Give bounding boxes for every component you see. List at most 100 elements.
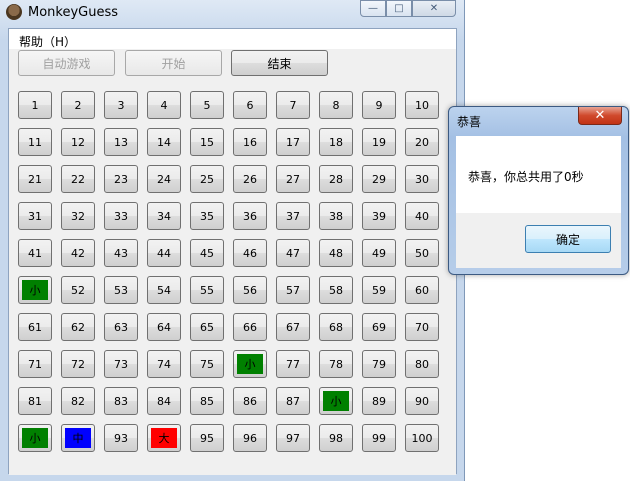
grid-cell-button[interactable]: 小 bbox=[18, 276, 52, 304]
grid-cell-button[interactable]: 65 bbox=[190, 313, 224, 341]
grid-cell-button[interactable]: 52 bbox=[61, 276, 95, 304]
grid-cell-button[interactable]: 97 bbox=[276, 424, 310, 452]
grid-cell-button[interactable]: 8 bbox=[319, 91, 353, 119]
grid-cell-button[interactable]: 42 bbox=[61, 239, 95, 267]
grid-cell-button[interactable]: 27 bbox=[276, 165, 310, 193]
grid-cell-button[interactable]: 77 bbox=[276, 350, 310, 378]
grid-cell-button[interactable]: 中 bbox=[61, 424, 95, 452]
grid-cell-button[interactable]: 63 bbox=[104, 313, 138, 341]
menu-help[interactable]: 帮助（H） bbox=[19, 33, 76, 50]
grid-cell-button[interactable]: 4 bbox=[147, 91, 181, 119]
grid-cell-button[interactable]: 45 bbox=[190, 239, 224, 267]
grid-cell-button[interactable]: 41 bbox=[18, 239, 52, 267]
grid-cell-button[interactable]: 5 bbox=[190, 91, 224, 119]
grid-cell-button[interactable]: 44 bbox=[147, 239, 181, 267]
grid-cell-button[interactable]: 68 bbox=[319, 313, 353, 341]
grid-cell-button[interactable]: 82 bbox=[61, 387, 95, 415]
grid-cell-button[interactable]: 61 bbox=[18, 313, 52, 341]
grid-cell-button[interactable]: 3 bbox=[104, 91, 138, 119]
grid-cell-button[interactable]: 11 bbox=[18, 128, 52, 156]
grid-cell-button[interactable]: 15 bbox=[190, 128, 224, 156]
grid-cell-button[interactable]: 39 bbox=[362, 202, 396, 230]
grid-cell-button[interactable]: 12 bbox=[61, 128, 95, 156]
grid-cell-button[interactable]: 1 bbox=[18, 91, 52, 119]
grid-cell-button[interactable]: 70 bbox=[405, 313, 439, 341]
grid-cell-button[interactable]: 25 bbox=[190, 165, 224, 193]
grid-cell-button[interactable]: 40 bbox=[405, 202, 439, 230]
grid-cell-button[interactable]: 58 bbox=[319, 276, 353, 304]
grid-cell-button[interactable]: 74 bbox=[147, 350, 181, 378]
grid-cell-button[interactable]: 16 bbox=[233, 128, 267, 156]
grid-cell-button[interactable]: 13 bbox=[104, 128, 138, 156]
grid-cell-button[interactable]: 46 bbox=[233, 239, 267, 267]
grid-cell-button[interactable]: 30 bbox=[405, 165, 439, 193]
ok-button[interactable]: 确定 bbox=[525, 225, 611, 253]
grid-cell-button[interactable]: 10 bbox=[405, 91, 439, 119]
grid-cell-button[interactable]: 59 bbox=[362, 276, 396, 304]
grid-cell-button[interactable]: 24 bbox=[147, 165, 181, 193]
start-button[interactable]: 开始 bbox=[125, 50, 222, 76]
grid-cell-button[interactable]: 71 bbox=[18, 350, 52, 378]
grid-cell-button[interactable]: 26 bbox=[233, 165, 267, 193]
grid-cell-button[interactable]: 64 bbox=[147, 313, 181, 341]
grid-cell-button[interactable]: 75 bbox=[190, 350, 224, 378]
grid-cell-button[interactable]: 62 bbox=[61, 313, 95, 341]
grid-cell-button[interactable]: 93 bbox=[104, 424, 138, 452]
grid-cell-button[interactable]: 87 bbox=[276, 387, 310, 415]
grid-cell-button[interactable]: 18 bbox=[319, 128, 353, 156]
grid-cell-button[interactable]: 37 bbox=[276, 202, 310, 230]
grid-cell-button[interactable]: 19 bbox=[362, 128, 396, 156]
grid-cell-button[interactable]: 60 bbox=[405, 276, 439, 304]
grid-cell-button[interactable]: 66 bbox=[233, 313, 267, 341]
grid-cell-button[interactable]: 小 bbox=[18, 424, 52, 452]
grid-cell-button[interactable]: 6 bbox=[233, 91, 267, 119]
grid-cell-button[interactable]: 14 bbox=[147, 128, 181, 156]
grid-cell-button[interactable]: 55 bbox=[190, 276, 224, 304]
grid-cell-button[interactable]: 47 bbox=[276, 239, 310, 267]
grid-cell-button[interactable]: 9 bbox=[362, 91, 396, 119]
dialog-close-button[interactable]: ✕ bbox=[578, 107, 622, 125]
grid-cell-button[interactable]: 96 bbox=[233, 424, 267, 452]
grid-cell-button[interactable]: 48 bbox=[319, 239, 353, 267]
grid-cell-button[interactable]: 89 bbox=[362, 387, 396, 415]
minimize-button[interactable]: — bbox=[360, 0, 386, 17]
grid-cell-button[interactable]: 小 bbox=[319, 387, 353, 415]
grid-cell-button[interactable]: 36 bbox=[233, 202, 267, 230]
grid-cell-button[interactable]: 35 bbox=[190, 202, 224, 230]
grid-cell-button[interactable]: 90 bbox=[405, 387, 439, 415]
grid-cell-button[interactable]: 33 bbox=[104, 202, 138, 230]
grid-cell-button[interactable]: 28 bbox=[319, 165, 353, 193]
grid-cell-button[interactable]: 50 bbox=[405, 239, 439, 267]
grid-cell-button[interactable]: 79 bbox=[362, 350, 396, 378]
grid-cell-button[interactable]: 7 bbox=[276, 91, 310, 119]
grid-cell-button[interactable]: 22 bbox=[61, 165, 95, 193]
grid-cell-button[interactable]: 34 bbox=[147, 202, 181, 230]
grid-cell-button[interactable]: 100 bbox=[405, 424, 439, 452]
grid-cell-button[interactable]: 53 bbox=[104, 276, 138, 304]
close-button[interactable]: ✕ bbox=[412, 0, 456, 17]
grid-cell-button[interactable]: 86 bbox=[233, 387, 267, 415]
grid-cell-button[interactable]: 72 bbox=[61, 350, 95, 378]
grid-cell-button[interactable]: 84 bbox=[147, 387, 181, 415]
maximize-button[interactable]: □ bbox=[386, 0, 412, 17]
grid-cell-button[interactable]: 2 bbox=[61, 91, 95, 119]
grid-cell-button[interactable]: 17 bbox=[276, 128, 310, 156]
grid-cell-button[interactable]: 73 bbox=[104, 350, 138, 378]
grid-cell-button[interactable]: 98 bbox=[319, 424, 353, 452]
grid-cell-button[interactable]: 83 bbox=[104, 387, 138, 415]
grid-cell-button[interactable]: 78 bbox=[319, 350, 353, 378]
grid-cell-button[interactable]: 85 bbox=[190, 387, 224, 415]
grid-cell-button[interactable]: 56 bbox=[233, 276, 267, 304]
grid-cell-button[interactable]: 67 bbox=[276, 313, 310, 341]
grid-cell-button[interactable]: 43 bbox=[104, 239, 138, 267]
end-button[interactable]: 结束 bbox=[231, 50, 328, 76]
grid-cell-button[interactable]: 99 bbox=[362, 424, 396, 452]
grid-cell-button[interactable]: 小 bbox=[233, 350, 267, 378]
grid-cell-button[interactable]: 81 bbox=[18, 387, 52, 415]
auto-play-button[interactable]: 自动游戏 bbox=[18, 50, 115, 76]
grid-cell-button[interactable]: 49 bbox=[362, 239, 396, 267]
grid-cell-button[interactable]: 54 bbox=[147, 276, 181, 304]
grid-cell-button[interactable]: 29 bbox=[362, 165, 396, 193]
grid-cell-button[interactable]: 95 bbox=[190, 424, 224, 452]
grid-cell-button[interactable]: 大 bbox=[147, 424, 181, 452]
